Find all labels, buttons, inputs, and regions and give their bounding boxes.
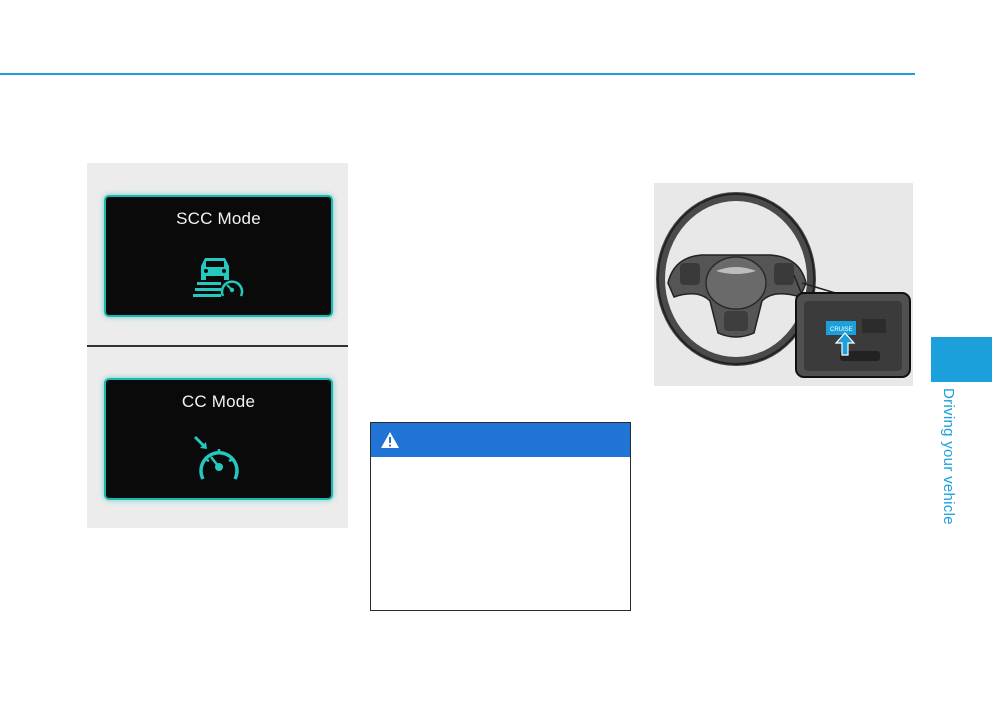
warning-triangle-icon bbox=[381, 432, 399, 448]
cc-mode-panel: CC Mode bbox=[87, 347, 348, 528]
scc-mode-display: SCC Mode bbox=[104, 195, 333, 317]
scc-mode-panel: SCC Mode bbox=[87, 163, 348, 345]
cruise-switch-label: CRUISE bbox=[830, 327, 853, 333]
warning-header bbox=[371, 423, 630, 457]
steering-wheel-illustration: CRUISE bbox=[656, 192, 911, 378]
cc-mode-display: CC Mode bbox=[104, 378, 333, 500]
scc-mode-title: SCC Mode bbox=[176, 209, 261, 228]
section-tab bbox=[931, 337, 992, 382]
scc-mode-icon bbox=[193, 258, 244, 297]
cc-mode-icon bbox=[193, 435, 239, 480]
section-label: Driving your vehicle bbox=[940, 388, 957, 525]
warning-box bbox=[370, 422, 631, 611]
cc-mode-title: CC Mode bbox=[181, 392, 256, 411]
header-rule bbox=[0, 73, 915, 75]
steering-wheel-figure: CRUISE bbox=[654, 183, 913, 386]
